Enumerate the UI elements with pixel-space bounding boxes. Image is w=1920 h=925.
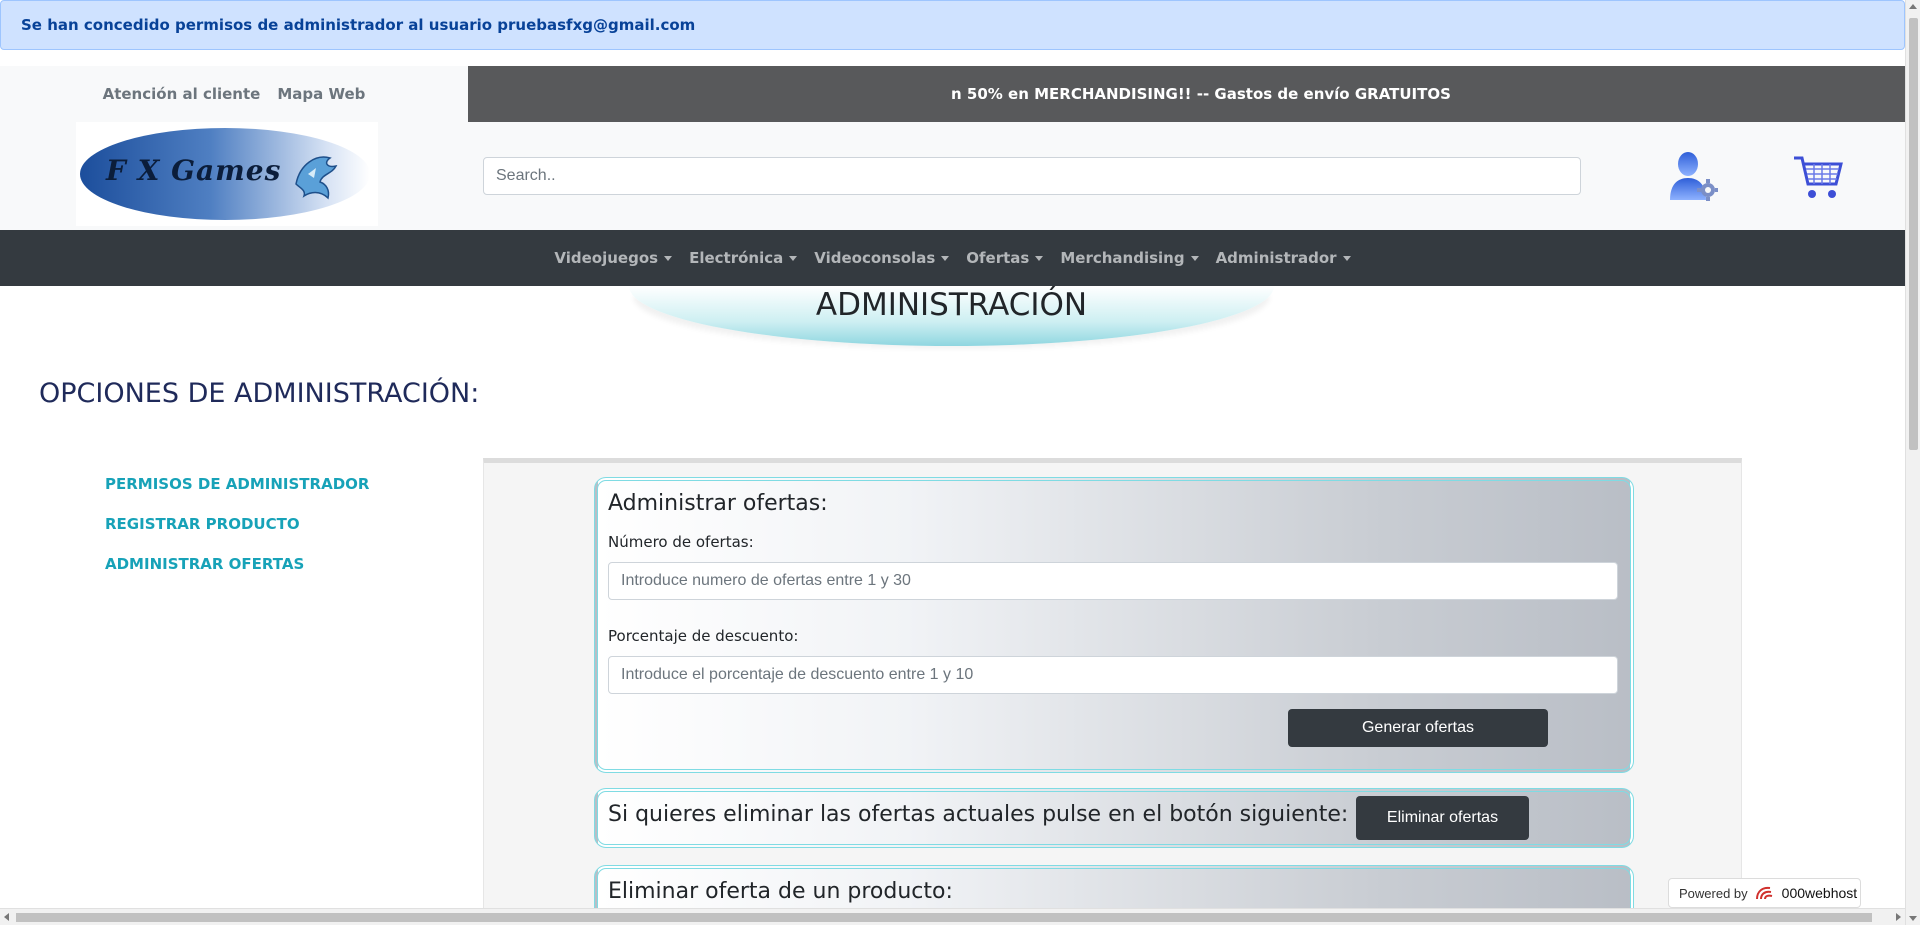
- caret-down-icon: [1035, 255, 1044, 261]
- nav-videoconsolas[interactable]: Videoconsolas: [814, 249, 950, 267]
- nav-videojuegos[interactable]: Videojuegos: [554, 249, 673, 267]
- webhost-brand: 000webhost: [1781, 885, 1858, 901]
- site-logo[interactable]: F X Games: [76, 122, 378, 226]
- generate-offers-button[interactable]: Generar ofertas: [1288, 709, 1548, 747]
- remove-offers-text: Si quieres eliminar las ofertas actuales…: [608, 802, 1349, 827]
- page-banner: ADMINISTRACIÓN: [629, 286, 1274, 346]
- dragon-emblem-icon: [295, 156, 338, 200]
- powered-by-badge[interactable]: Powered by 000webhost: [1668, 878, 1861, 908]
- caret-down-icon: [1190, 255, 1199, 261]
- admin-granted-alert: Se han concedido permisos de administrad…: [0, 0, 1905, 50]
- section-title: OPCIONES DE ADMINISTRACIÓN:: [39, 378, 480, 409]
- remove-product-offer-title: Eliminar oferta de un producto:: [608, 879, 953, 904]
- sidebar-item-register-product[interactable]: REGISTRAR PRODUCTO: [105, 514, 369, 534]
- scroll-left-icon[interactable]: [4, 913, 9, 921]
- page-title: ADMINISTRACIÓN: [815, 287, 1088, 323]
- offer-count-input[interactable]: [608, 562, 1618, 600]
- ticker-text: n 50% en MERCHANDISING!! -- Gastos de en…: [951, 85, 1451, 103]
- admin-content-panel: Administrar ofertas: Número de ofertas: …: [483, 458, 1742, 925]
- top-links: Atención al cliente Mapa Web: [0, 66, 468, 122]
- caret-down-icon: [941, 255, 950, 261]
- discount-input[interactable]: [608, 656, 1618, 694]
- vertical-scrollbar[interactable]: [1905, 0, 1920, 925]
- nav-label: Videoconsolas: [814, 249, 936, 267]
- caret-down-icon: [789, 255, 798, 261]
- vertical-scroll-thumb[interactable]: [1909, 18, 1918, 450]
- remove-offers-button[interactable]: Eliminar ofertas: [1356, 796, 1529, 840]
- header: Atención al cliente Mapa Web n 50% en ME…: [0, 66, 1905, 230]
- sidebar-item-admin-permissions[interactable]: PERMISOS DE ADMINISTRADOR: [105, 474, 369, 494]
- discount-label: Porcentaje de descuento:: [608, 627, 799, 645]
- caret-down-icon: [1342, 255, 1351, 261]
- manage-offers-title: Administrar ofertas:: [608, 491, 828, 516]
- alert-message: Se han concedido permisos de administrad…: [21, 16, 696, 34]
- nav-merchandising[interactable]: Merchandising: [1060, 249, 1199, 267]
- scroll-right-icon[interactable]: [1896, 913, 1901, 921]
- sidebar-item-manage-offers[interactable]: ADMINISTRAR OFERTAS: [105, 554, 369, 574]
- nav-label: Videojuegos: [554, 249, 659, 267]
- scroll-down-icon[interactable]: [1909, 916, 1917, 921]
- main-navbar: Videojuegos Electrónica Videoconsolas Of…: [0, 230, 1905, 286]
- scroll-up-icon[interactable]: [1909, 4, 1917, 9]
- nav-label: Administrador: [1215, 249, 1337, 267]
- user-gear-icon[interactable]: [1666, 150, 1718, 202]
- caret-down-icon: [664, 255, 673, 261]
- nav-ofertas[interactable]: Ofertas: [966, 249, 1044, 267]
- horizontal-scroll-thumb[interactable]: [16, 913, 1872, 922]
- nav-label: Electrónica: [689, 249, 784, 267]
- offer-count-label: Número de ofertas:: [608, 533, 754, 551]
- nav-administrador[interactable]: Administrador: [1216, 249, 1351, 267]
- logo-text: F X Games: [106, 154, 282, 187]
- customer-service-link[interactable]: Atención al cliente: [103, 85, 261, 103]
- nav-electronica[interactable]: Electrónica: [689, 249, 798, 267]
- cart-icon[interactable]: [1792, 152, 1844, 202]
- search-input[interactable]: [483, 157, 1581, 195]
- sitemap-link[interactable]: Mapa Web: [277, 85, 365, 103]
- webhost-logo-icon: [1755, 886, 1772, 900]
- nav-label: Merchandising: [1060, 249, 1185, 267]
- promo-ticker: n 50% en MERCHANDISING!! -- Gastos de en…: [468, 66, 1905, 122]
- remove-offers-card: Si quieres eliminar las ofertas actuales…: [594, 788, 1634, 848]
- admin-sidebar: PERMISOS DE ADMINISTRADOR REGISTRAR PROD…: [105, 474, 369, 594]
- powered-by-label: Powered by: [1679, 885, 1748, 901]
- manage-offers-card: Administrar ofertas: Número de ofertas: …: [594, 477, 1634, 773]
- nav-label: Ofertas: [966, 249, 1030, 267]
- horizontal-scrollbar[interactable]: [0, 908, 1905, 925]
